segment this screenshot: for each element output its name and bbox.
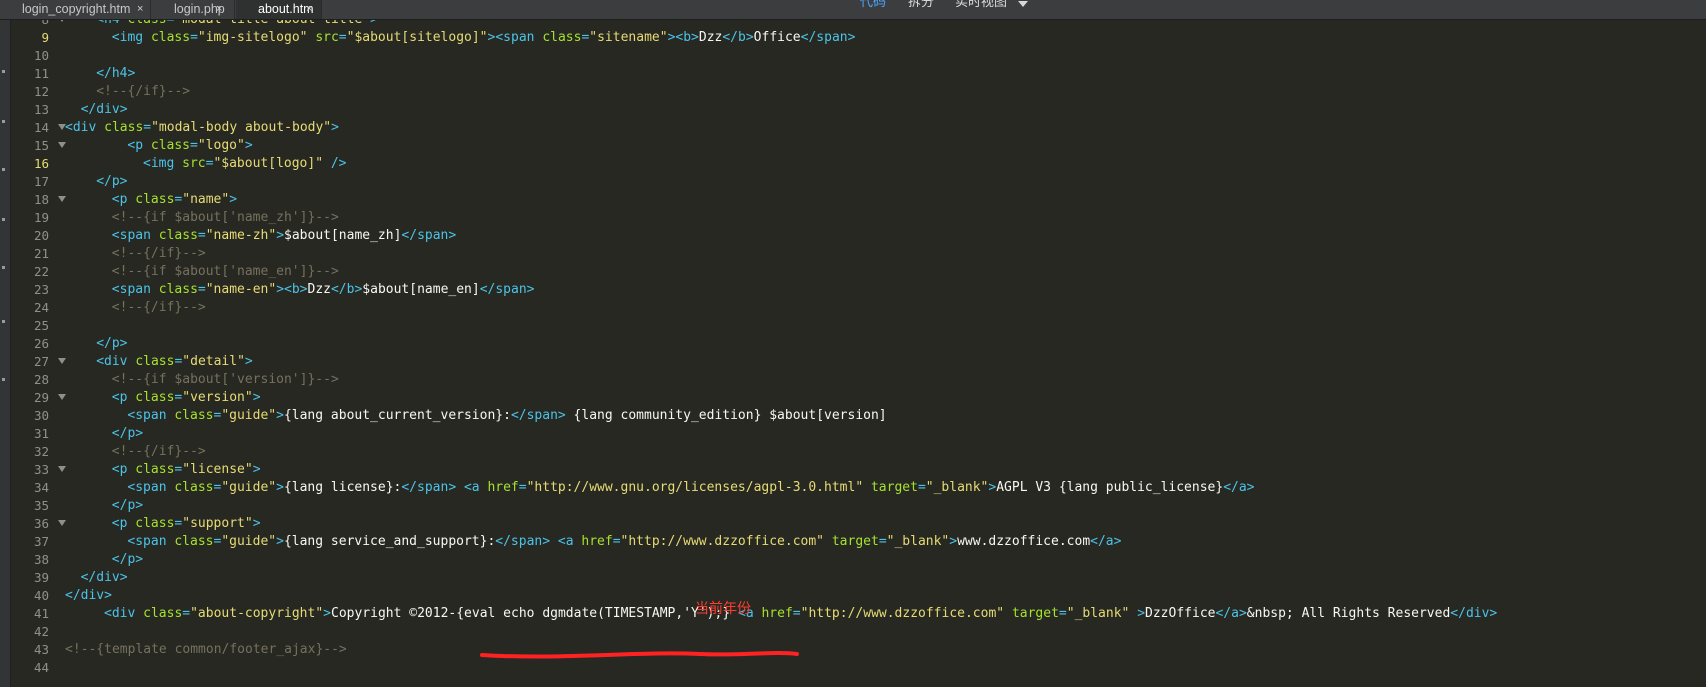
- red-underline-stroke: [480, 651, 799, 659]
- annotation-underline: [480, 651, 799, 659]
